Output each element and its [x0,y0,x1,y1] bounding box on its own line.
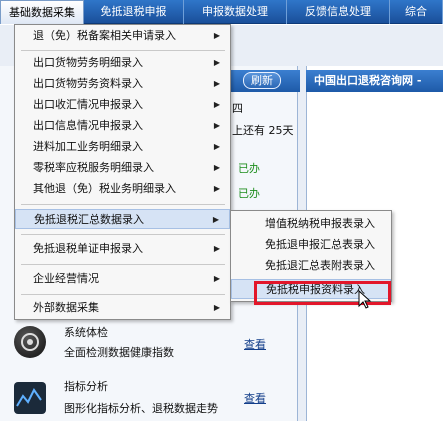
menu-item-label: 免抵退税单证申报录入 [33,242,143,255]
submenu-arrow-icon: ▶ [213,274,220,283]
health-check-icon [14,326,46,358]
submenu-arrow-icon: ▶ [213,58,220,67]
card-title: 系统体检 [64,326,108,339]
menu-item-label: 其他退（免）税业务明细录入 [33,182,176,195]
menu-general[interactable]: 综合 [390,0,443,24]
submenu-arrow-icon: ▶ [213,184,220,193]
menu-item-label: 零税率应税服务明细录入 [33,161,154,174]
menu-divider [21,294,225,295]
submenu-arrow-icon: ▶ [213,79,220,88]
menu-item-label: 进料加工业务明细录入 [33,140,143,153]
right-panel-header: 中国出口退税咨询网 - [306,70,443,92]
chart-analysis-icon [14,382,46,414]
menu-item-label: 出口信息情况申报录入 [33,119,143,132]
card-desc: 全面检测数据健康指数 [64,346,174,359]
menu-divider [21,264,225,265]
submenu-arrow-icon: ▶ [213,244,220,253]
status-badge: 已办 [238,187,260,200]
view-link[interactable]: 查看 [244,390,266,406]
menu-item-zero-rate-services[interactable]: 零税率应税服务明细录入 ▶ [15,158,230,178]
menu-item-other-refund[interactable]: 其他退（免）税业务明细录入 ▶ [15,179,230,199]
submenu-item-summary-attachment[interactable]: 免抵退汇总表附表录入 [231,256,391,276]
card-desc: 图形化指标分析、退税数据走势 [64,402,218,415]
menu-item-summary-data[interactable]: 免抵退税汇总数据录入 ▶ [15,209,230,229]
top-menubar: 基础数据采集 免抵退税申报 申报数据处理 反馈信息处理 综合 [0,0,443,24]
menu-feedback-processing[interactable]: 反馈信息处理 [287,0,390,24]
menu-item-label: 外部数据采集 [33,301,99,314]
menu-item-external-data[interactable]: 外部数据采集 ▶ [15,298,230,318]
menu-item-label: 出口收汇情况申报录入 [33,98,143,111]
menu-divider [21,204,225,205]
menu-divider [21,234,225,235]
menu-item-processing-trade[interactable]: 进料加工业务明细录入 ▶ [15,137,230,157]
menu-item-forex-receipt[interactable]: 出口收汇情况申报录入 ▶ [15,95,230,115]
menu-item-export-materials[interactable]: 出口货物劳务资料录入 ▶ [15,74,230,94]
submenu-arrow-icon: ▶ [212,215,219,224]
menu-item-export-detail[interactable]: 出口货物劳务明细录入 ▶ [15,53,230,73]
submenu-item-summary-table[interactable]: 免抵退申报汇总表录入 [231,235,391,255]
submenu-arrow-icon: ▶ [213,303,220,312]
menu-item-filing-application[interactable]: 退（免）税备案相关申请录入 ▶ [15,26,230,46]
menu-declaration-data-processing[interactable]: 申报数据处理 [184,0,287,24]
view-link[interactable]: 查看 [244,336,266,352]
submenu-arrow-icon: ▶ [213,100,220,109]
menu-item-label: 企业经营情况 [33,272,99,285]
menu-item-label: 免抵退税汇总数据录入 [34,213,144,226]
card-title: 指标分析 [64,380,108,393]
deadline-text: 上还有 25天 [232,124,294,137]
menu-item-label: 出口货物劳务资料录入 [33,77,143,90]
submenu-arrow-icon: ▶ [213,31,220,40]
submenu-item-vat-return[interactable]: 增值税纳税申报表录入 [231,214,391,234]
menu-item-voucher-declaration[interactable]: 免抵退税单证申报录入 ▶ [15,239,230,259]
menu-item-label: 出口货物劳务明细录入 [33,56,143,69]
menu-divider [21,50,225,51]
menu-item-label: 退（免）税备案相关申请录入 [33,29,176,42]
submenu-arrow-icon: ▶ [213,121,220,130]
status-badge: 已办 [238,162,260,175]
date-fragment: 四 [232,102,243,115]
submenu-arrow-icon: ▶ [213,142,220,151]
menu-item-business-status[interactable]: 企业经营情况 ▶ [15,269,230,289]
refresh-button[interactable]: 刷新 [243,72,281,89]
menu-item-export-info[interactable]: 出口信息情况申报录入 ▶ [15,116,230,136]
menu-tax-refund-declaration[interactable]: 免抵退税申报 [84,0,184,24]
menu-basic-data-collection[interactable]: 基础数据采集 [0,0,84,24]
mouse-cursor-icon [358,290,372,309]
submenu-arrow-icon: ▶ [213,163,220,172]
basic-data-dropdown-menu: 退（免）税备案相关申请录入 ▶ 出口货物劳务明细录入 ▶ 出口货物劳务资料录入 ▶ 出… [14,24,231,320]
